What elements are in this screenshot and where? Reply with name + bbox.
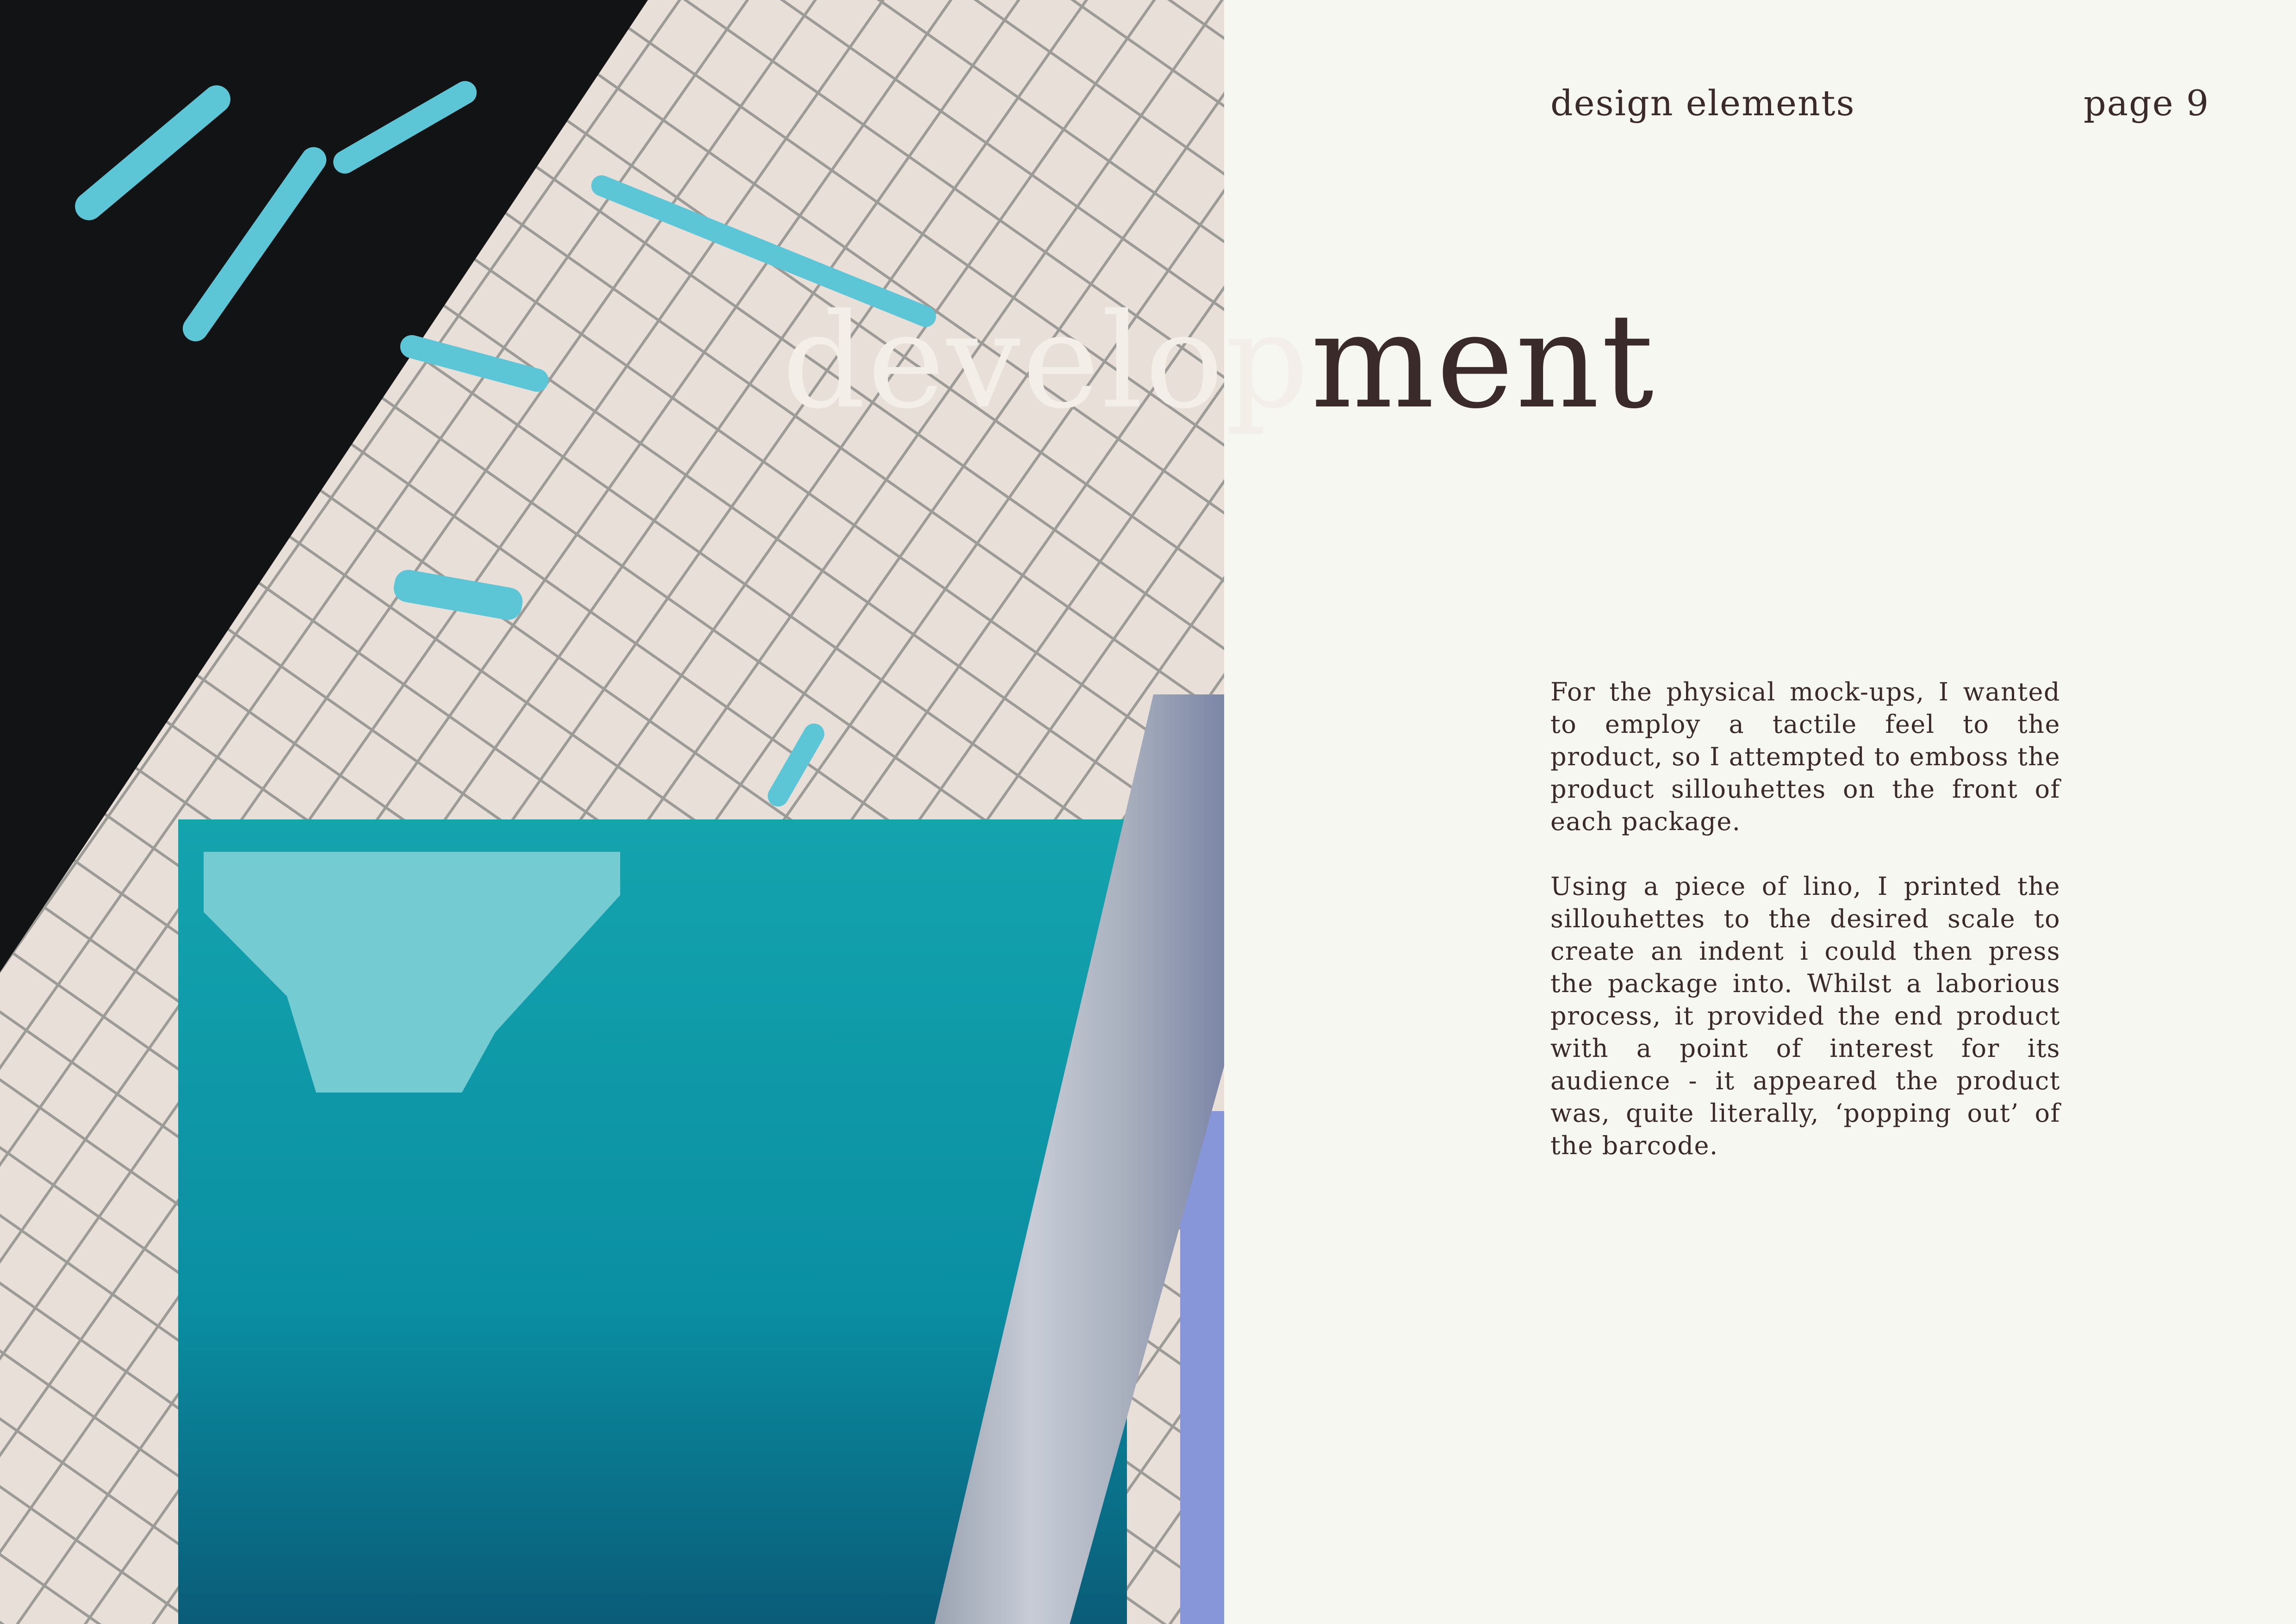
- title-part-over-photo: develop: [782, 285, 1311, 437]
- lino-printing-photo: [0, 0, 1224, 1624]
- lino-shaving: [398, 332, 551, 394]
- lino-shaving: [764, 719, 828, 811]
- title-part-on-page: ment: [1311, 285, 1656, 437]
- page-title: development: [782, 296, 1655, 427]
- section-label: design elements: [1550, 82, 1855, 124]
- paragraph: For the physical mock-ups, I wanted to e…: [1550, 677, 2060, 836]
- paragraph: Using a piece of lino, I printed the sil…: [1550, 872, 2060, 1160]
- lino-shaving: [392, 568, 525, 622]
- page-number: page 9: [2084, 82, 2210, 124]
- body-text: For the physical mock-ups, I wanted to e…: [1550, 676, 2060, 1162]
